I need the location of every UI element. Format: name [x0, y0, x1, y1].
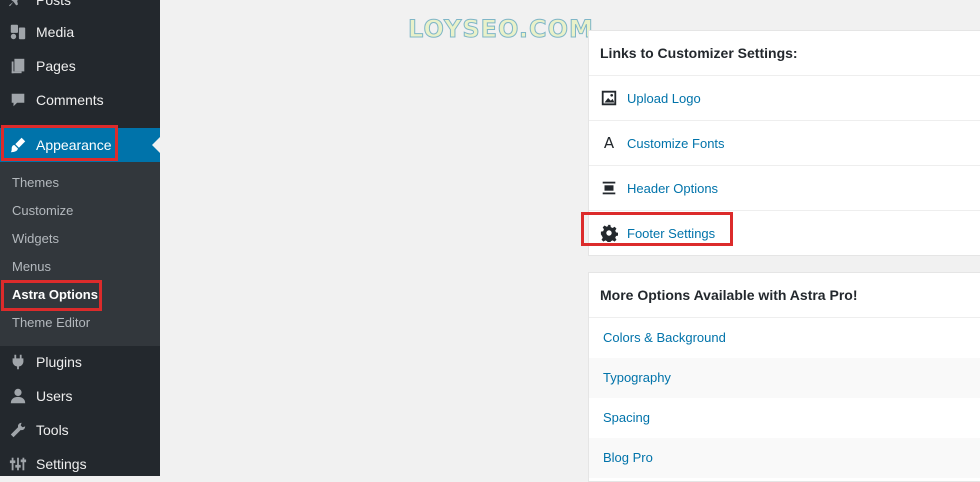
menu-label: Posts [36, 0, 72, 8]
menu-label: Settings [36, 456, 87, 472]
menu-label: Plugins [36, 354, 82, 370]
active-indicator [152, 137, 160, 153]
menu-label: Users [36, 388, 73, 404]
typography-link[interactable]: Typography [589, 358, 980, 398]
link-label: Footer Settings [627, 225, 716, 241]
astra-pro-card: More Options Available with Astra Pro! C… [588, 272, 980, 482]
gear-icon [599, 223, 619, 243]
submenu-item-theme-editor[interactable]: Theme Editor [12, 311, 90, 335]
comments-icon [8, 90, 28, 110]
menu-item-tools[interactable]: Tools [0, 413, 160, 447]
pin-icon [8, 0, 28, 10]
link-label: Header Options [627, 180, 719, 196]
submenu-item-themes[interactable]: Themes [12, 171, 59, 195]
media-icon [8, 22, 28, 42]
customizer-links-card: Links to Customizer Settings: Upload Log… [588, 30, 980, 256]
submenu-item-widgets[interactable]: Widgets [12, 227, 59, 251]
plugin-icon [8, 352, 28, 372]
menu-item-media[interactable]: Media [0, 15, 160, 49]
link-label: Customize Fonts [627, 135, 725, 151]
users-icon [8, 386, 28, 406]
font-icon: A [599, 133, 619, 153]
submenu-item-customize[interactable]: Customize [12, 199, 73, 223]
admin-sidebar: Posts Media Pages Comments Appearance Th… [0, 0, 160, 476]
colors-background-link[interactable]: Colors & Background [589, 318, 980, 358]
link-label: Upload Logo [627, 90, 701, 106]
watermark: LOYSEO.COM [408, 15, 594, 44]
submenu-item-menus[interactable]: Menus [12, 255, 51, 279]
card-title: Links to Customizer Settings: [589, 31, 980, 76]
font-icon-glyph: A [603, 134, 615, 152]
appearance-submenu: Themes Customize Widgets Menus Astra Opt… [0, 162, 160, 346]
menu-item-appearance[interactable]: Appearance [0, 128, 160, 162]
menu-label: Tools [36, 422, 69, 438]
menu-item-pages[interactable]: Pages [0, 49, 160, 83]
menu-label: Pages [36, 58, 76, 74]
image-icon [599, 88, 619, 108]
menu-label: Appearance [36, 137, 112, 153]
brush-icon [8, 135, 28, 155]
menu-item-plugins[interactable]: Plugins [0, 345, 160, 379]
upload-logo-link[interactable]: Upload Logo [589, 76, 980, 121]
footer-settings-link[interactable]: Footer Settings [589, 211, 980, 255]
submenu-item-astra-options[interactable]: Astra Options [12, 283, 98, 307]
spacing-link[interactable]: Spacing [589, 398, 980, 438]
header-options-link[interactable]: Header Options [589, 166, 980, 211]
pages-icon [8, 56, 28, 76]
header-icon [599, 178, 619, 198]
menu-item-comments[interactable]: Comments [0, 83, 160, 117]
menu-item-users[interactable]: Users [0, 379, 160, 413]
card-title: More Options Available with Astra Pro! [589, 273, 980, 318]
menu-label: Comments [36, 92, 104, 108]
settings-icon [8, 454, 28, 474]
wrench-icon [8, 420, 28, 440]
menu-label: Media [36, 24, 75, 40]
customize-fonts-link[interactable]: A Customize Fonts [589, 121, 980, 166]
blog-pro-link[interactable]: Blog Pro [589, 438, 980, 478]
